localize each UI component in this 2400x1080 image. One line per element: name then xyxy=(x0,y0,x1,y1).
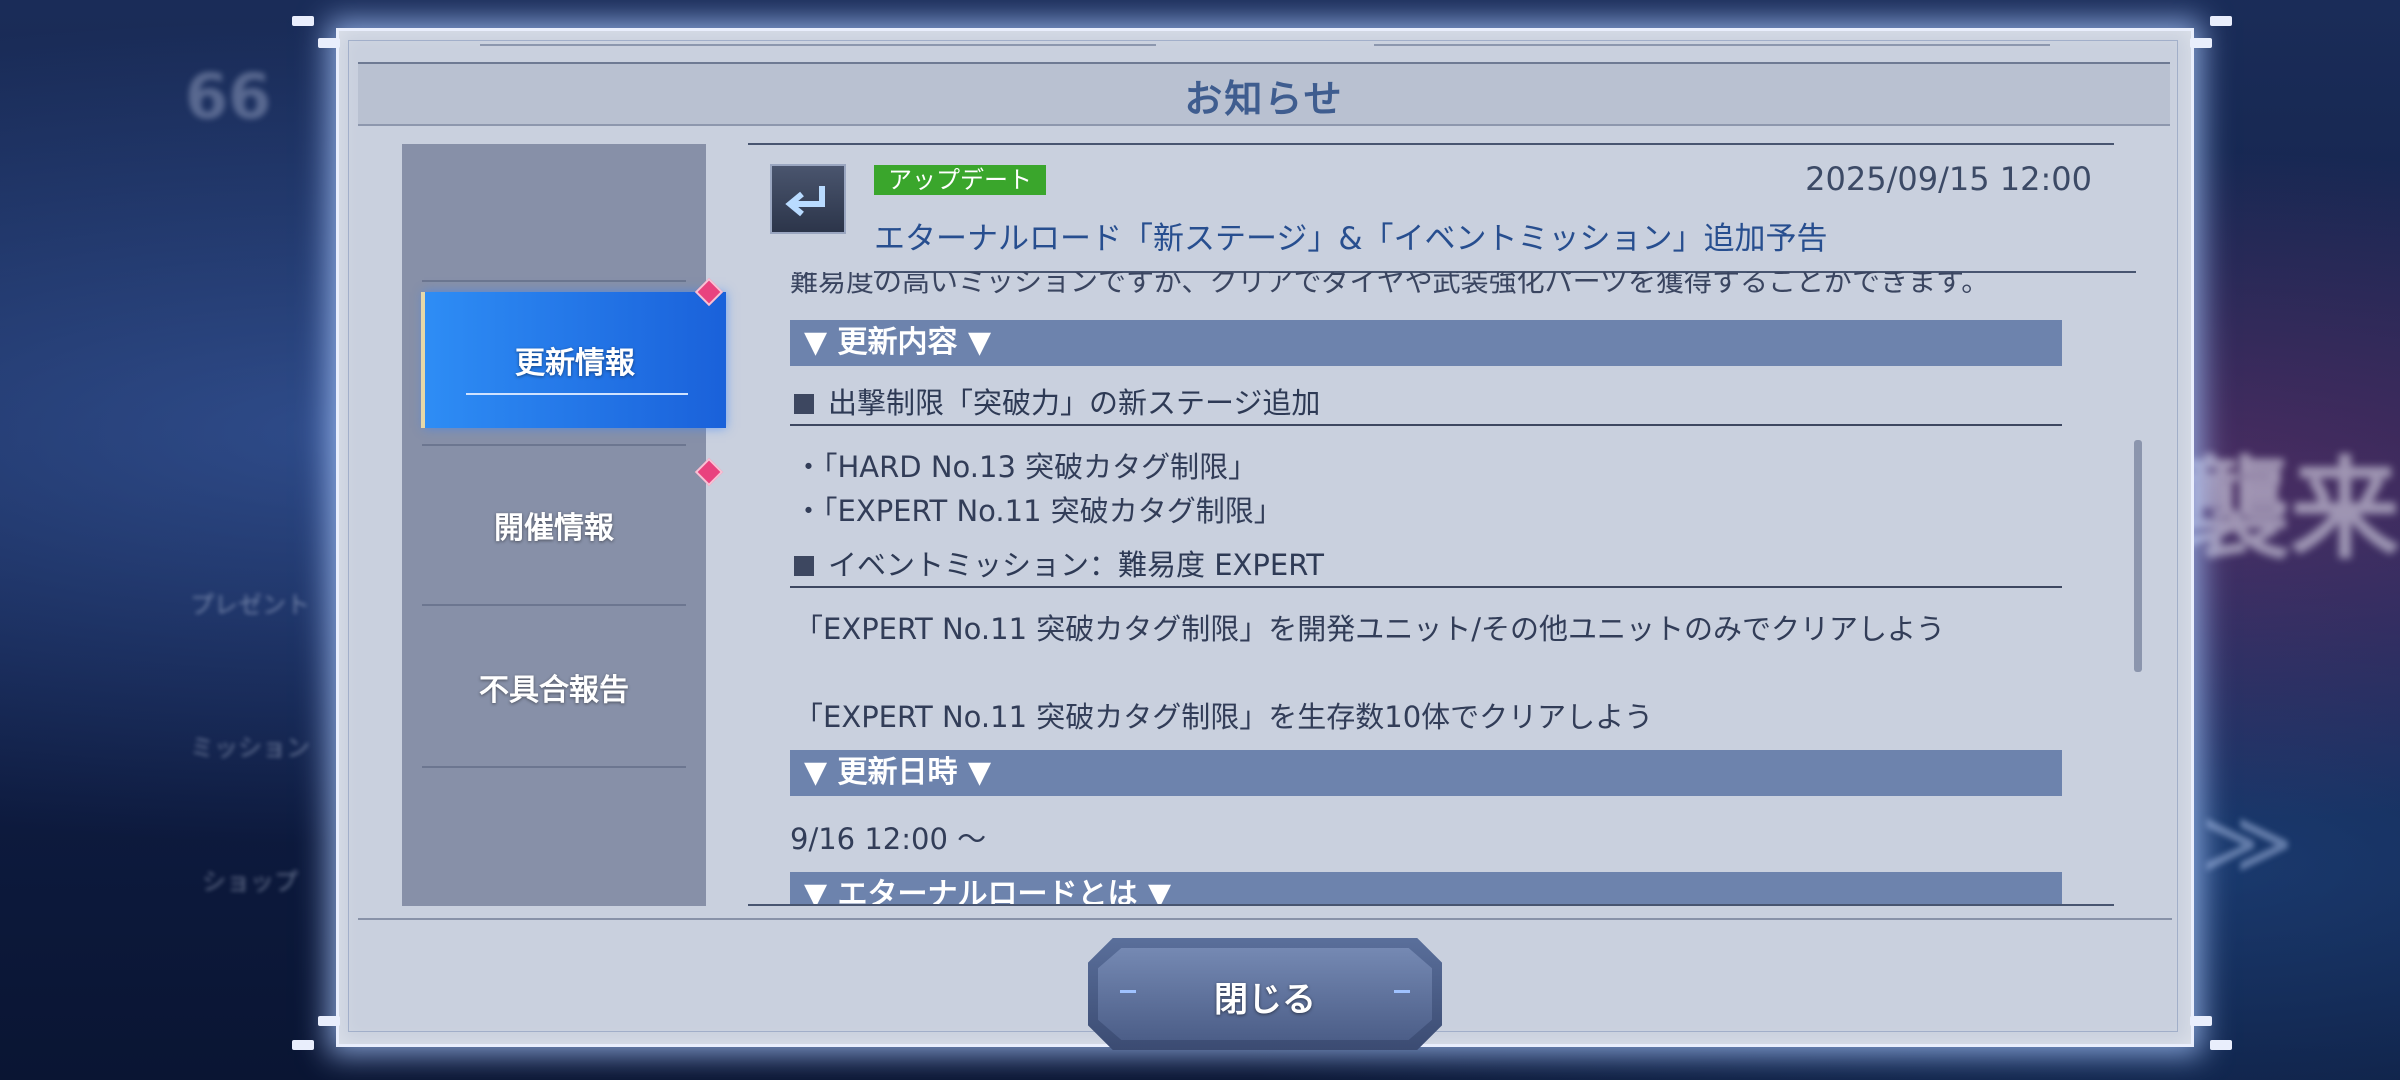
close-button[interactable]: 閉じる xyxy=(1088,938,1442,1050)
body-text-line: 難易度の高いミッションですが、クリアでダイヤや武装強化パーツを獲得することができ… xyxy=(790,272,1990,298)
list-item: ・「EXPERT No.11 突破カタグ制限」 xyxy=(794,494,1283,528)
corner-ornament xyxy=(318,1016,340,1026)
corner-ornament xyxy=(318,38,340,48)
section-header-about: ▼ エターナルロードとは ▼ xyxy=(790,872,2062,904)
section-header-update: ▼ 更新内容 ▼ xyxy=(790,320,2062,366)
subheading: イベントミッション：難易度 EXPERT xyxy=(790,548,2062,588)
dialog-title: お知らせ xyxy=(1184,77,1344,121)
background-chevron-icon: ≫ xyxy=(2200,790,2295,895)
sidebar-divider xyxy=(422,280,686,282)
mission-line: 「EXPERT No.11 突破カタグ制限」を生存数10体でクリアしよう xyxy=(794,700,1654,734)
tab-bug-report-label: 不具合報告 xyxy=(479,673,629,708)
background-shop-label: ショップ xyxy=(202,868,298,896)
content-top-rule xyxy=(748,143,2114,145)
corner-ornament xyxy=(2210,16,2232,26)
tab-update-info-label: 更新情報 xyxy=(515,346,635,381)
background-present-label: プレゼント xyxy=(190,591,310,619)
content-bottom-rule xyxy=(748,904,2114,906)
close-button-label: 閉じる xyxy=(1214,980,1316,1020)
corner-ornament xyxy=(292,16,314,26)
corner-ornament xyxy=(292,1040,314,1050)
subheading: 出撃制限「突破力」の新ステージ追加 xyxy=(790,386,2062,426)
notice-return-icon xyxy=(770,164,846,234)
corner-ornament xyxy=(2190,38,2212,48)
notice-date: 2025/09/15 12:00 xyxy=(1805,160,2092,198)
notice-title: エターナルロード「新ステージ」&「イベントミッション」追加予告 xyxy=(874,221,1828,257)
square-bullet-icon xyxy=(794,394,814,414)
notice-body[interactable]: 難易度の高いミッションですが、クリアでダイヤや武装強化パーツを獲得することができ… xyxy=(790,272,2062,904)
dialog-title-bar: お知らせ xyxy=(358,62,2170,126)
tab-event-info-label: 開催情報 xyxy=(494,511,614,546)
corner-ornament xyxy=(2190,1016,2212,1026)
square-bullet-icon xyxy=(794,556,814,576)
mission-line: 「EXPERT No.11 突破カタグ制限」を開発ユニット/その他ユニットのみで… xyxy=(794,612,1946,646)
frame-top-line xyxy=(480,44,1156,46)
tab-event-info[interactable]: 開催情報 xyxy=(402,458,706,592)
sidebar-divider xyxy=(422,766,686,768)
sidebar-divider xyxy=(422,444,686,446)
list-item: ・「HARD No.13 突破カタグ制限」 xyxy=(794,450,1258,484)
corner-ornament xyxy=(2210,1040,2232,1050)
update-time: 9/16 12:00 ～ xyxy=(790,822,987,856)
background-counter: 66 xyxy=(185,60,272,133)
active-tab-underline xyxy=(466,393,688,395)
background-mission-label: ミッション xyxy=(190,734,310,762)
tab-update-info[interactable]: 更新情報 xyxy=(421,292,726,428)
footer-rule xyxy=(358,918,2172,920)
scrollbar-thumb[interactable] xyxy=(2134,440,2142,672)
tab-bug-report[interactable]: 不具合報告 xyxy=(402,620,706,754)
sidebar-divider xyxy=(422,604,686,606)
category-badge: アップデート xyxy=(874,165,1046,195)
subheading-text: 出撃制限「突破力」の新ステージ追加 xyxy=(828,386,1321,420)
background-banner-text: 襲来 xyxy=(2180,446,2400,574)
frame-top-line xyxy=(1374,44,2050,46)
subheading-text: イベントミッション：難易度 EXPERT xyxy=(828,548,1324,582)
section-header-date: ▼ 更新日時 ▼ xyxy=(790,750,2062,796)
